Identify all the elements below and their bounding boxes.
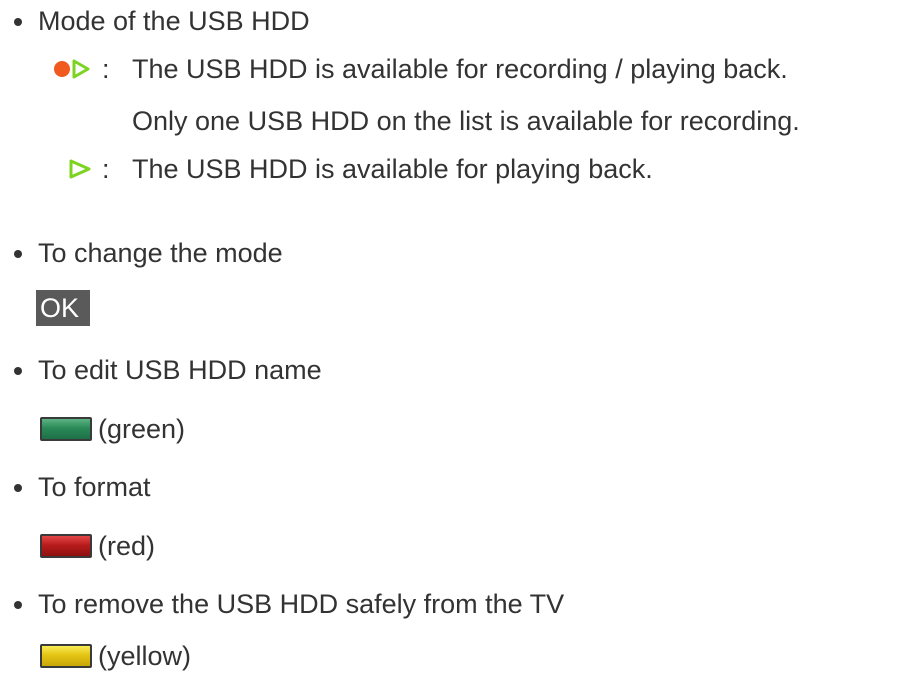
mode-description: The USB HDD is available for recording /…	[132, 54, 788, 84]
section-heading-remove: To remove the USB HDD safely from the TV	[38, 589, 565, 619]
play-triangle	[69, 159, 91, 179]
bullet	[14, 367, 22, 375]
bullet	[14, 18, 22, 26]
section-heading-edit-name: To edit USB HDD name	[38, 355, 322, 385]
key-caption-green: (green)	[98, 414, 186, 444]
section-heading-mode: Mode of the USB HDD	[38, 6, 310, 36]
mode-note: Only one USB HDD on the list is availabl…	[132, 106, 800, 136]
yellow-key-icon	[40, 644, 92, 668]
play-icon	[69, 159, 91, 179]
ok-button-key: OK	[36, 290, 90, 326]
mode-separator: :	[102, 54, 110, 84]
red-key-icon	[40, 534, 92, 558]
play-triangle	[72, 59, 90, 79]
section-heading-format: To format	[38, 472, 151, 502]
bullet	[14, 250, 22, 258]
mode-separator: :	[102, 154, 110, 184]
record-play-icon	[54, 59, 90, 79]
mode-description: The USB HDD is available for playing bac…	[132, 154, 653, 184]
green-key-icon	[40, 417, 92, 441]
bullet	[14, 601, 22, 609]
section-heading-change-mode: To change the mode	[38, 238, 283, 268]
bullet	[14, 484, 22, 492]
record-dot	[54, 61, 70, 77]
key-caption-red: (red)	[98, 531, 156, 561]
